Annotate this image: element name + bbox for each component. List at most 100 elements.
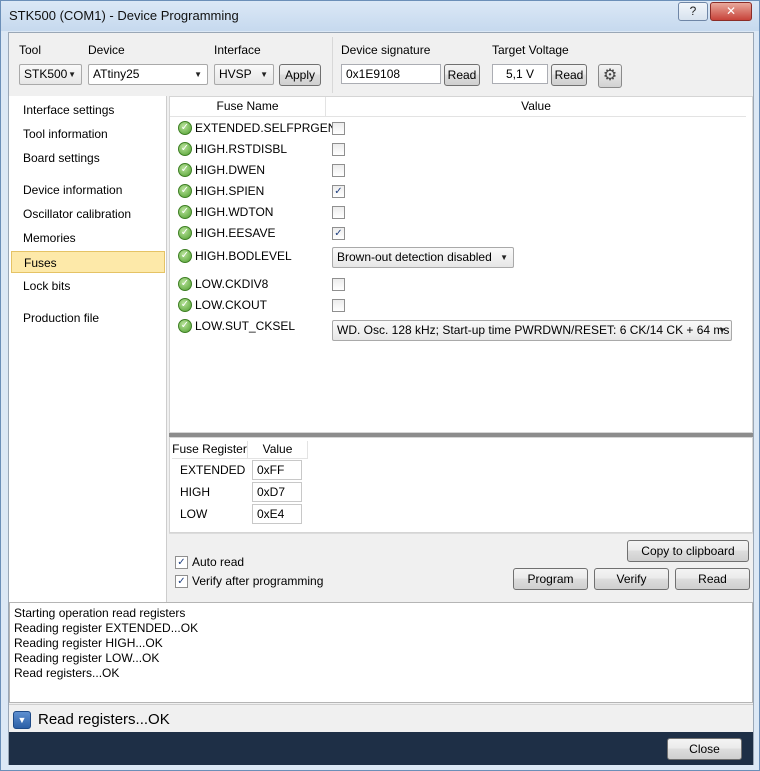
fuse-checkbox[interactable] [332, 299, 345, 312]
device-select-value: ATtiny25 [93, 67, 140, 81]
sidebar: Interface settings Tool information Boar… [9, 96, 167, 602]
check-ok-icon: ✓ [178, 277, 192, 291]
copy-to-clipboard-button[interactable]: Copy to clipboard [627, 540, 749, 562]
fuse-name: LOW.CKOUT [195, 298, 268, 312]
fuse-name: HIGH.WDTON [195, 205, 274, 219]
chevron-down-icon: ▼ [718, 326, 726, 335]
status-text: Read registers...OK [38, 711, 170, 728]
register-name: EXTENDED [180, 463, 246, 477]
fuse-name: HIGH.DWEN [195, 163, 265, 177]
program-button[interactable]: Program [513, 568, 588, 590]
register-value-field[interactable]: 0xFF [252, 460, 302, 480]
interface-select-value: HVSP [219, 67, 252, 81]
log-line: Reading register HIGH...OK [14, 636, 163, 650]
sidebar-item-tool-information[interactable]: Tool information [11, 123, 165, 145]
fuse-checkbox[interactable] [332, 278, 345, 291]
log-line: Starting operation read registers [14, 606, 186, 620]
check-ok-icon: ✓ [178, 184, 192, 198]
target-voltage-label: Target Voltage [492, 43, 569, 57]
verify-button[interactable]: Verify [594, 568, 669, 590]
tool-select[interactable]: STK500 ▼ [19, 64, 82, 85]
sidebar-item-oscillator-calibration[interactable]: Oscillator calibration [11, 203, 165, 225]
sidebar-item-memories[interactable]: Memories [11, 227, 165, 249]
signature-read-button[interactable]: Read [444, 64, 480, 86]
output-log[interactable]: Starting operation read registers Readin… [9, 602, 753, 703]
device-select[interactable]: ATtiny25 ▼ [88, 64, 208, 85]
register-value-field[interactable]: 0xE4 [252, 504, 302, 524]
window-close-button[interactable]: ✕ [710, 2, 752, 21]
register-value-field[interactable]: 0xD7 [252, 482, 302, 502]
window-title: STK500 (COM1) - Device Programming [9, 8, 239, 23]
fuse-row: ✓ LOW.CKOUT [170, 295, 752, 316]
chevron-down-icon: ▼ [17, 715, 27, 725]
fuse-checkbox[interactable] [332, 143, 345, 156]
register-name: HIGH [180, 485, 210, 499]
fuse-checkbox[interactable] [332, 164, 345, 177]
fuses-panel: Fuse Name Value ✓ EXTENDED.SELFPRGEN ✓ H… [169, 96, 753, 602]
fuse-row: ✓ HIGH.EESAVE ✓ [170, 223, 752, 244]
fuse-name: LOW.SUT_CKSEL [195, 319, 296, 333]
check-ok-icon: ✓ [178, 226, 192, 240]
device-programming-window: STK500 (COM1) - Device Programming ? ✕ T… [0, 0, 760, 771]
fuse-grid: Fuse Name Value ✓ EXTENDED.SELFPRGEN ✓ H… [169, 96, 753, 433]
tool-select-value: STK500 [24, 67, 68, 81]
help-button[interactable]: ? [678, 2, 708, 21]
verify-after-programming-checkbox[interactable]: ✓ [175, 575, 188, 588]
sidebar-item-lock-bits[interactable]: Lock bits [11, 275, 165, 297]
fuse-checkbox[interactable] [332, 122, 345, 135]
check-ok-icon: ✓ [178, 205, 192, 219]
fuse-checkbox-checked[interactable]: ✓ [332, 185, 345, 198]
actions-area: ✓ Auto read ✓ Verify after programming C… [169, 533, 753, 602]
fuse-row: ✓ EXTENDED.SELFPRGEN [170, 118, 752, 139]
check-ok-icon: ✓ [178, 298, 192, 312]
fuse-checkbox-checked[interactable]: ✓ [332, 227, 345, 240]
toolbar-divider [332, 37, 333, 93]
title-bar[interactable]: STK500 (COM1) - Device Programming ? ✕ [1, 1, 759, 31]
interface-label: Interface [214, 43, 261, 57]
sidebar-item-production-file[interactable]: Production file [11, 307, 165, 329]
fuse-value-header[interactable]: Value [325, 97, 746, 117]
target-voltage-field[interactable]: 5,1 V [492, 64, 548, 84]
gear-icon: ⚙ [602, 67, 618, 84]
verify-after-programming-label[interactable]: Verify after programming [192, 574, 323, 588]
auto-read-label[interactable]: Auto read [192, 555, 244, 569]
fuse-register-panel: Fuse Register Value EXTENDED 0xFF HIGH 0… [169, 437, 753, 533]
chevron-down-icon: ▼ [260, 70, 268, 79]
check-ok-icon: ✓ [178, 249, 192, 263]
bodlevel-select-value: Brown-out detection disabled [337, 250, 492, 264]
device-label: Device [88, 43, 125, 57]
fuse-name-header[interactable]: Fuse Name [170, 97, 325, 117]
chevron-down-icon: ▼ [68, 70, 76, 79]
expand-log-button[interactable]: ▼ [13, 711, 31, 729]
fuse-name: HIGH.BODLEVEL [195, 249, 292, 263]
sidebar-item-interface-settings[interactable]: Interface settings [11, 99, 165, 121]
voltage-read-button[interactable]: Read [551, 64, 587, 86]
check-ok-icon: ✓ [178, 163, 192, 177]
log-line: Reading register EXTENDED...OK [14, 621, 199, 635]
bodlevel-select[interactable]: Brown-out detection disabled ▼ [332, 247, 514, 268]
fuse-row: ✓ HIGH.DWEN [170, 160, 752, 181]
check-ok-icon: ✓ [178, 142, 192, 156]
settings-button[interactable]: ⚙ [598, 64, 622, 88]
status-bar: ▼ Read registers...OK [9, 704, 753, 732]
signature-label: Device signature [341, 43, 431, 57]
chevron-down-icon: ▼ [194, 70, 202, 79]
sut-cksel-select[interactable]: WD. Osc. 128 kHz; Start-up time PWRDWN/R… [332, 320, 732, 341]
sidebar-item-fuses[interactable]: Fuses [11, 251, 165, 273]
signature-field[interactable]: 0x1E9108 [341, 64, 441, 84]
check-ok-icon: ✓ [178, 121, 192, 135]
fuse-row: ✓ HIGH.BODLEVEL Brown-out detection disa… [170, 244, 752, 274]
close-button[interactable]: Close [667, 738, 742, 760]
sidebar-item-device-information[interactable]: Device information [11, 179, 165, 201]
sidebar-item-board-settings[interactable]: Board settings [11, 147, 165, 169]
sut-cksel-select-value: WD. Osc. 128 kHz; Start-up time PWRDWN/R… [337, 323, 730, 337]
toolbar: Tool STK500 ▼ Device ATtiny25 ▼ Interfac… [9, 33, 753, 95]
fuse-name: HIGH.SPIEN [195, 184, 265, 198]
client-area: Tool STK500 ▼ Device ATtiny25 ▼ Interfac… [8, 32, 754, 765]
read-button[interactable]: Read [675, 568, 750, 590]
log-line: Read registers...OK [14, 666, 120, 680]
fuse-checkbox[interactable] [332, 206, 345, 219]
auto-read-checkbox[interactable]: ✓ [175, 556, 188, 569]
apply-button[interactable]: Apply [279, 64, 321, 86]
interface-select[interactable]: HVSP ▼ [214, 64, 274, 85]
